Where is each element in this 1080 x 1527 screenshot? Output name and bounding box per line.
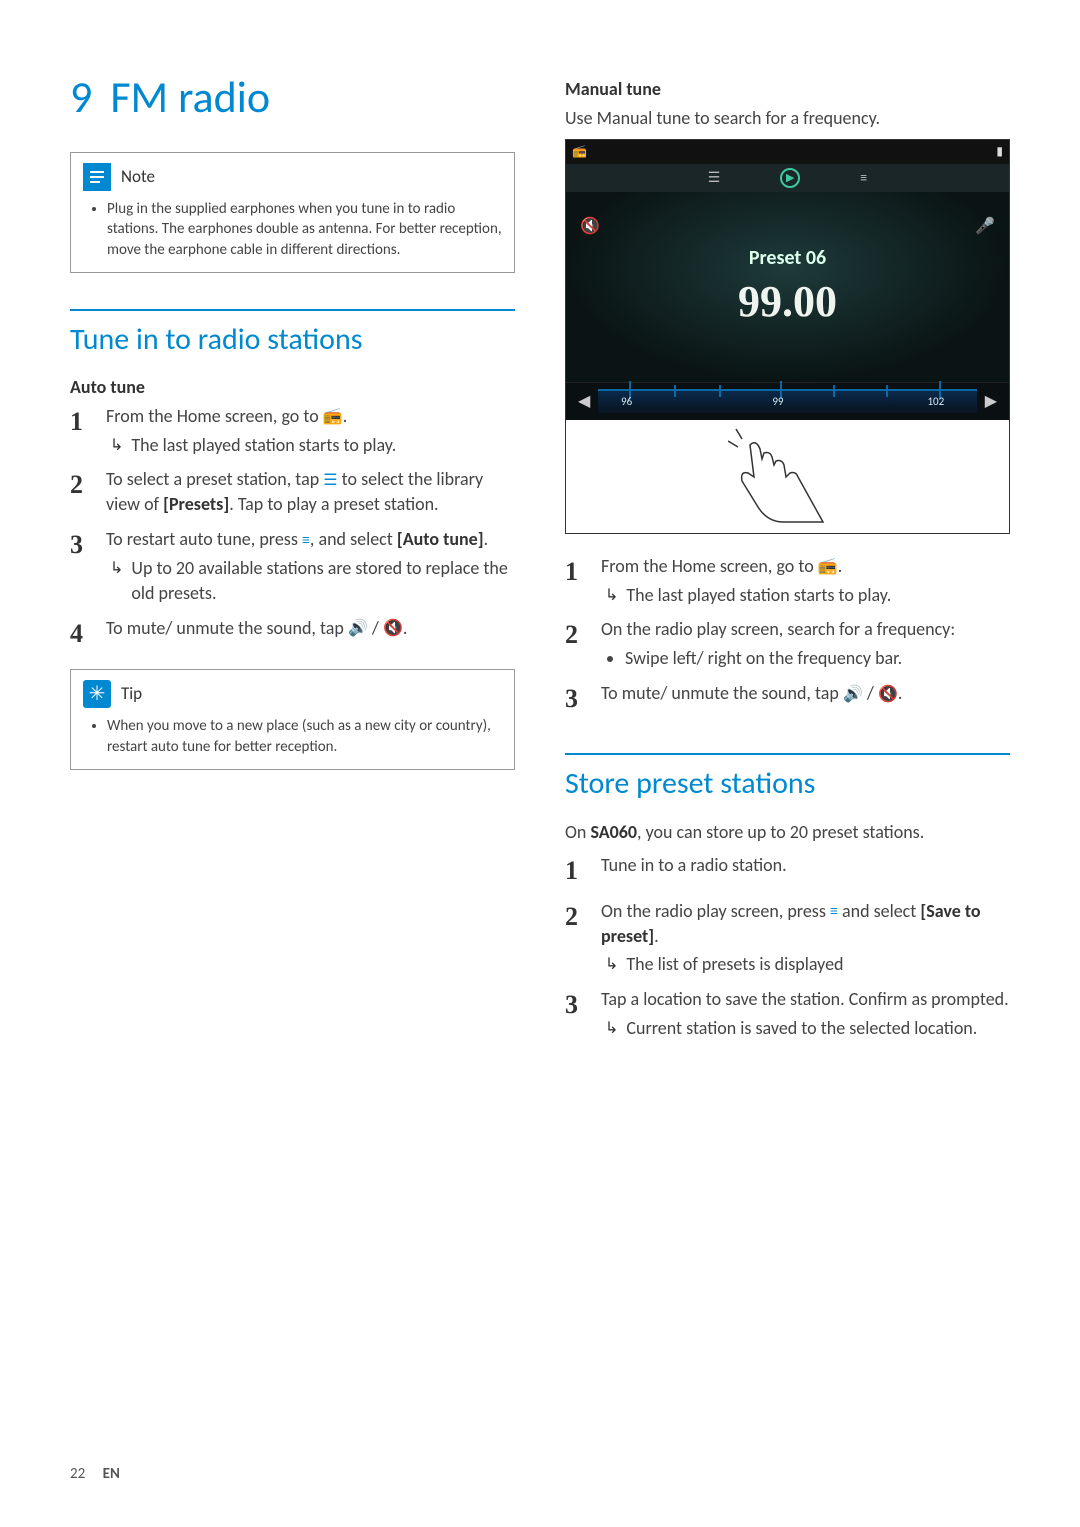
step-number: 4 (70, 616, 92, 652)
prev-arrow-icon: ◀ (570, 391, 598, 411)
list-item: 3 Tap a location to save the station. Co… (565, 987, 1010, 1041)
hand-gesture (566, 420, 1009, 534)
step-number: 1 (565, 554, 587, 590)
list-tab-icon: ☰ (708, 169, 721, 186)
note-text: Plug in the supplied earphones when you … (107, 199, 502, 260)
result-arrow-icon: ↳ (110, 558, 123, 606)
section-rule (70, 309, 515, 311)
frequency-scale: 96 99 102 (598, 389, 976, 413)
sound-off-icon: 🔇 (878, 684, 898, 706)
step-number: 1 (70, 404, 92, 440)
store-intro: On SA060, you can store up to 20 preset … (565, 820, 1010, 845)
chapter-title-text: FM radio (110, 70, 270, 124)
list-item: 1 From the Home screen, go to 📻. ↳The la… (70, 404, 515, 458)
step-number: 2 (70, 467, 92, 503)
menu-tab-icon: ≡ (860, 169, 867, 186)
frequency-value: 99.00 (738, 276, 837, 327)
menu-icon: ≡ (302, 530, 310, 552)
tip-text: When you move to a new place (such as a … (107, 716, 502, 757)
chapter-title: 9 FM radio (70, 70, 515, 124)
tip-icon: ✳ (83, 680, 111, 708)
store-steps: 1 Tune in to a radio station. 2 On the r… (565, 853, 1010, 1041)
list-item: 2 To select a preset station, tap ☰ to s… (70, 467, 515, 517)
list-item: 2 On the radio play screen, press ≡ and … (565, 899, 1010, 977)
tip-label: Tip (121, 683, 142, 706)
step-number: 2 (565, 617, 587, 653)
list-item: 3 To restart auto tune, press ≡, and sel… (70, 527, 515, 605)
section-rule (565, 753, 1010, 755)
section-store-title: Store preset stations (565, 765, 1010, 802)
result-arrow-icon: ↳ (605, 954, 618, 977)
frequency-bar: ◀ 96 99 102 ▶ (566, 382, 1009, 420)
battery-icon: ▮ (996, 144, 1003, 159)
sound-off-icon: 🔇 (383, 618, 403, 640)
result-arrow-icon: ↳ (605, 585, 618, 608)
radio-display: 🔇 🎤 Preset 06 99.00 (566, 192, 1009, 382)
page-footer: 22 EN (70, 1465, 120, 1483)
list-item: 4 To mute/ unmute the sound, tap 🔊 / 🔇. (70, 616, 515, 652)
manual-tune-subhead: Manual tune (565, 78, 1010, 100)
chapter-number: 9 (70, 70, 92, 124)
step-number: 1 (565, 853, 587, 889)
next-arrow-icon: ▶ (977, 391, 1005, 411)
list-item: 1 From the Home screen, go to 📻. ↳The la… (565, 554, 1010, 608)
mic-icon: 🎤 (975, 216, 995, 236)
radio-tabs: ☰ ▶ ≡ (566, 164, 1009, 192)
manual-tune-intro: Use Manual tune to search for a frequenc… (565, 106, 1010, 131)
menu-icon: ≡ (830, 901, 838, 923)
note-icon (83, 163, 111, 191)
list-view-icon: ☰ (323, 470, 337, 492)
list-item: 2 On the radio play screen, search for a… (565, 617, 1010, 671)
radio-icon: 📻 (818, 556, 838, 578)
result-arrow-icon: ↳ (605, 1018, 618, 1041)
radio-status-icon: 📻 (572, 144, 587, 159)
play-tab-icon: ▶ (780, 168, 800, 188)
auto-tune-steps: 1 From the Home screen, go to 📻. ↳The la… (70, 404, 515, 652)
step-number: 3 (70, 527, 92, 563)
hand-icon (728, 427, 848, 527)
mute-icon: 🔇 (580, 216, 600, 236)
list-item: 1 Tune in to a radio station. (565, 853, 1010, 889)
radio-screenshot: 📻 ▮ ☰ ▶ ≡ 🔇 🎤 Preset 06 99.00 ◀ 96 (565, 139, 1010, 534)
step-number: 3 (565, 987, 587, 1023)
page-language: EN (103, 1465, 120, 1483)
radio-icon: 📻 (323, 406, 343, 428)
result-arrow-icon: ↳ (110, 435, 123, 458)
tip-callout: ✳ Tip When you move to a new place (such… (70, 669, 515, 770)
status-bar: 📻 ▮ (566, 140, 1009, 164)
sound-on-icon: 🔊 (843, 684, 863, 706)
section-tune-title: Tune in to radio stations (70, 321, 515, 358)
step-number: 2 (565, 899, 587, 935)
auto-tune-subhead: Auto tune (70, 376, 515, 398)
note-callout: Note Plug in the supplied earphones when… (70, 152, 515, 273)
manual-tune-steps: 1 From the Home screen, go to 📻. ↳The la… (565, 554, 1010, 717)
step-number: 3 (565, 681, 587, 717)
note-label: Note (121, 166, 155, 189)
sound-on-icon: 🔊 (348, 618, 368, 640)
page-number: 22 (70, 1465, 85, 1483)
preset-label: Preset 06 (749, 246, 826, 270)
list-item: 3 To mute/ unmute the sound, tap 🔊 / 🔇. (565, 681, 1010, 717)
